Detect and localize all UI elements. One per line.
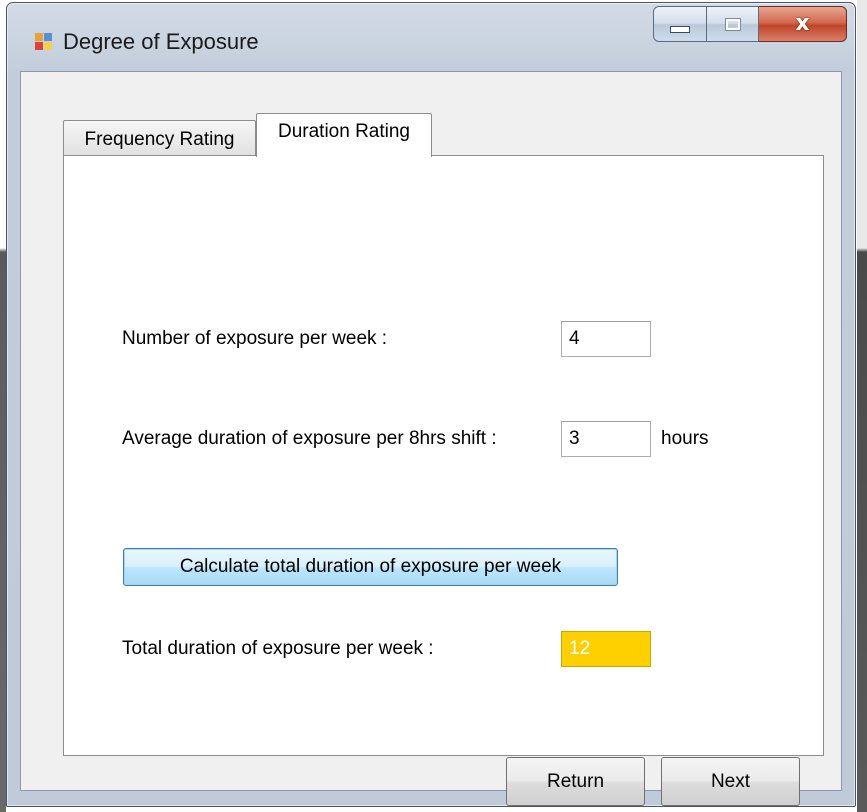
minimize-button[interactable] <box>653 6 707 42</box>
duration-rating-panel: Number of exposure per week : 4 Average … <box>63 155 824 806</box>
return-button[interactable]: Return <box>506 757 645 806</box>
maximize-icon <box>724 17 741 31</box>
calculate-total-duration-button[interactable]: Calculate total duration of exposure per… <box>123 548 618 586</box>
tab-frequency-rating[interactable]: Frequency Rating <box>63 120 256 155</box>
average-duration-input[interactable]: 3 <box>561 421 651 457</box>
exposures-per-week-label: Number of exposure per week : <box>122 328 388 349</box>
total-duration-label: Total duration of exposure per week : <box>122 638 434 659</box>
minimize-icon <box>670 25 690 33</box>
tab-label: Duration Rating <box>277 120 411 142</box>
hours-unit-label: hours <box>661 428 709 449</box>
desktop-background-right <box>857 0 867 812</box>
application-icon <box>35 33 53 51</box>
tab-label: Frequency Rating <box>84 128 235 150</box>
average-duration-label: Average duration of exposure per 8hrs sh… <box>122 428 497 449</box>
degree-of-exposure-window: Degree of Exposure x Frequency Rating Du… <box>6 2 856 807</box>
next-button[interactable]: Next <box>661 757 800 806</box>
client-area: Frequency Rating Duration Rating Number … <box>20 71 842 806</box>
total-duration-output: 12 <box>561 631 651 667</box>
window-title: Degree of Exposure <box>63 29 259 54</box>
close-button[interactable]: x <box>759 6 847 42</box>
close-icon: x <box>795 10 810 36</box>
title-bar[interactable]: Degree of Exposure x <box>7 3 855 73</box>
maximize-button[interactable] <box>707 6 759 42</box>
tab-duration-rating[interactable]: Duration Rating <box>256 113 432 157</box>
exposures-per-week-input[interactable]: 4 <box>561 321 651 357</box>
